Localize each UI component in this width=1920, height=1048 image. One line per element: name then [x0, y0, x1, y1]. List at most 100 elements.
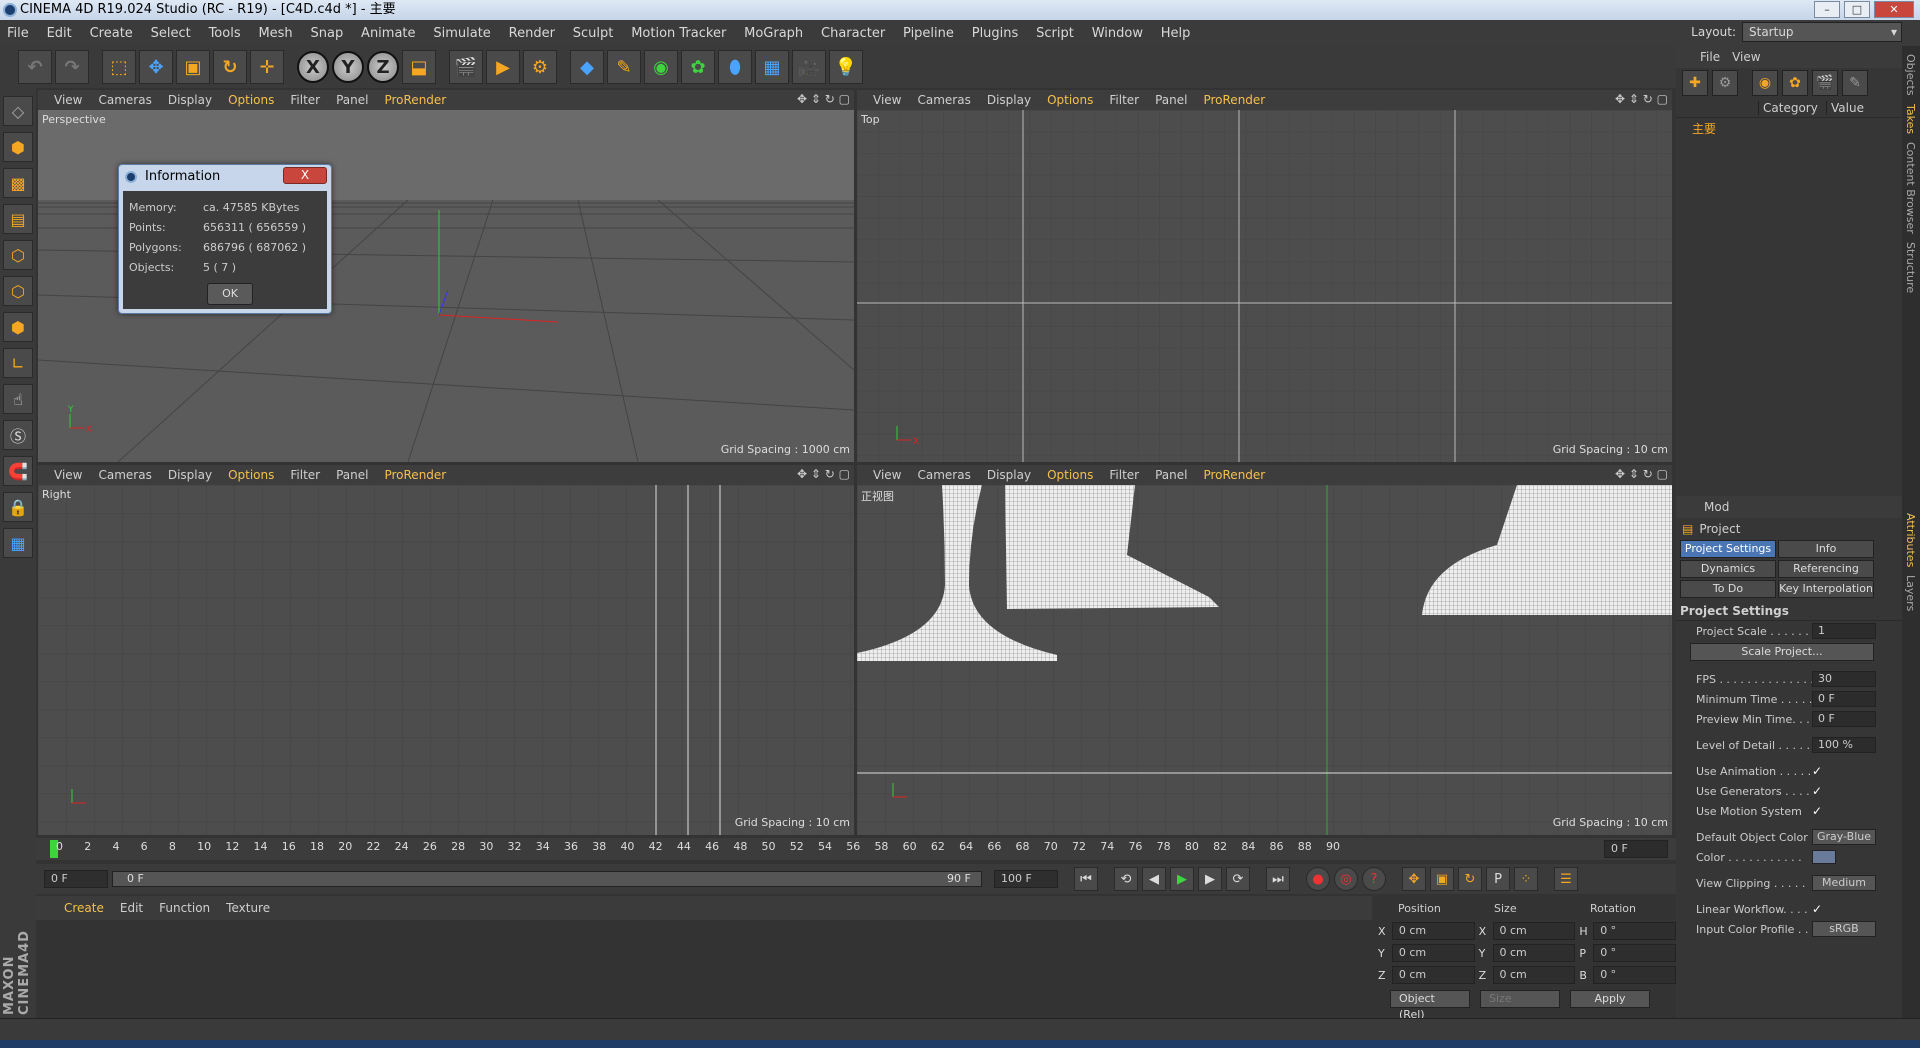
prev-frame-icon[interactable]: ◀	[1142, 867, 1166, 891]
side-tab-objects[interactable]: Objects	[1904, 54, 1917, 96]
vp-menu-display[interactable]: Display	[979, 93, 1039, 107]
next-key-icon[interactable]: ⟳	[1226, 867, 1250, 891]
camera-icon[interactable]: 🎥	[792, 50, 826, 84]
render-picture-viewer-icon[interactable]: ▶	[486, 50, 520, 84]
scale-project-button[interactable]: Scale Project...	[1690, 643, 1874, 661]
viewport-nav-icons[interactable]: ✥ ⇕ ↻ ▢	[1615, 92, 1668, 106]
vp-menu-prorender[interactable]: ProRender	[1195, 93, 1273, 107]
viewport-right[interactable]: View Cameras Display Options Filter Pane…	[38, 465, 854, 835]
tweak-mode-icon[interactable]: ☝	[3, 384, 33, 414]
side-tab-content-browser[interactable]: Content Browser	[1904, 142, 1917, 234]
override-group-icon[interactable]: ✿	[1782, 70, 1808, 96]
preview-range-slider[interactable]: 0 F 90 F	[112, 871, 982, 887]
auto-take-icon[interactable]: ⚙	[1712, 70, 1738, 96]
axis-mode-icon[interactable]: ∟	[3, 348, 33, 378]
workplane-icon[interactable]: ▤	[3, 204, 33, 234]
rotation-b-field[interactable]: 0 °	[1593, 966, 1677, 984]
take-render-icon[interactable]: 🎬	[1812, 70, 1838, 96]
go-to-start-icon[interactable]: ⏮	[1074, 867, 1098, 891]
redo-icon[interactable]: ↷	[55, 50, 89, 84]
viewport-nav-icons[interactable]: ✥ ⇕ ↻ ▢	[1615, 467, 1668, 481]
vp-menu-options[interactable]: Options	[220, 468, 282, 482]
light-icon[interactable]: 💡	[829, 50, 863, 84]
tab-referencing[interactable]: Referencing	[1778, 560, 1874, 578]
vp-menu-options[interactable]: Options	[220, 93, 282, 107]
obj-menu-file[interactable]: File	[1700, 50, 1720, 64]
move-tool-icon[interactable]: ✥	[139, 50, 173, 84]
vp-menu-options[interactable]: Options	[1039, 93, 1101, 107]
new-take-icon[interactable]: ✚	[1682, 70, 1708, 96]
vp-menu-display[interactable]: Display	[979, 468, 1039, 482]
tab-key-interpolation[interactable]: Key Interpolation	[1778, 580, 1874, 598]
mat-menu-edit[interactable]: Edit	[112, 901, 151, 915]
side-tab-structure[interactable]: Structure	[1904, 242, 1917, 293]
current-frame-field[interactable]: 0 F	[1604, 840, 1668, 858]
menu-mograph[interactable]: MoGraph	[737, 21, 810, 47]
vp-menu-view[interactable]: View	[865, 93, 909, 107]
mat-menu-texture[interactable]: Texture	[218, 901, 278, 915]
coord-mode-dropdown[interactable]: Object (Rel)	[1390, 990, 1470, 1021]
dialog-ok-button[interactable]: OK	[207, 283, 253, 305]
snap-icon[interactable]: 🧲	[3, 456, 33, 486]
vp-menu-prorender[interactable]: ProRender	[1195, 468, 1273, 482]
vp-menu-view[interactable]: View	[46, 93, 90, 107]
coordinate-system-icon[interactable]: ⬓	[402, 50, 436, 84]
viewport-nav-icons[interactable]: ✥ ⇕ ↻ ▢	[797, 92, 850, 106]
mat-menu-create[interactable]: Create	[56, 901, 112, 915]
menu-tools[interactable]: Tools	[202, 21, 248, 47]
view-clipping-dropdown[interactable]: Medium	[1812, 875, 1876, 891]
linear-workflow-checkbox[interactable]: ✓	[1812, 902, 1828, 916]
side-tab-layers[interactable]: Layers	[1904, 575, 1917, 611]
texture-mode-icon[interactable]: ▩	[3, 168, 33, 198]
next-frame-icon[interactable]: ▶	[1198, 867, 1222, 891]
menu-character[interactable]: Character	[814, 21, 892, 47]
use-generators-checkbox[interactable]: ✓	[1812, 784, 1828, 798]
tab-info[interactable]: Info	[1778, 540, 1874, 558]
subdivision-surface-icon[interactable]: ◉	[644, 50, 678, 84]
timeline-window-icon[interactable]: ☰	[1554, 867, 1578, 891]
z-axis-lock-icon[interactable]: Z	[367, 51, 399, 83]
menu-window[interactable]: Window	[1085, 21, 1150, 47]
vp-menu-display[interactable]: Display	[160, 93, 220, 107]
minimize-button[interactable]: –	[1814, 1, 1840, 18]
vp-menu-cameras[interactable]: Cameras	[909, 468, 978, 482]
x-axis-lock-icon[interactable]: X	[297, 51, 329, 83]
column-category[interactable]: Category	[1758, 100, 1826, 115]
tab-dynamics[interactable]: Dynamics	[1680, 560, 1776, 578]
vp-menu-panel[interactable]: Panel	[328, 468, 376, 482]
vp-menu-prorender[interactable]: ProRender	[376, 93, 454, 107]
solo-icon[interactable]: Ⓢ	[3, 420, 33, 450]
autokey-icon[interactable]: ◎	[1334, 867, 1358, 891]
menu-select[interactable]: Select	[144, 21, 198, 47]
y-axis-lock-icon[interactable]: Y	[332, 51, 364, 83]
point-level-icon[interactable]: ⁘	[1514, 867, 1538, 891]
menu-script[interactable]: Script	[1029, 21, 1081, 47]
vp-menu-cameras[interactable]: Cameras	[90, 468, 159, 482]
side-tab-takes[interactable]: Takes	[1904, 104, 1917, 134]
override-icon[interactable]: ◉	[1752, 70, 1778, 96]
tab-project-settings[interactable]: Project Settings	[1680, 540, 1776, 558]
color-swatch[interactable]	[1812, 850, 1836, 864]
input-color-profile-dropdown[interactable]: sRGB	[1812, 921, 1876, 937]
menu-motion-tracker[interactable]: Motion Tracker	[624, 21, 733, 47]
planar-workplane-icon[interactable]: ▦	[3, 528, 33, 558]
cube-object-icon[interactable]: ◆	[570, 50, 604, 84]
menu-plugins[interactable]: Plugins	[965, 21, 1026, 47]
make-editable-icon[interactable]: ◇	[3, 96, 33, 126]
end-frame-field[interactable]: 100 F	[994, 870, 1058, 888]
pen-spline-icon[interactable]: ✎	[607, 50, 641, 84]
vp-menu-cameras[interactable]: Cameras	[90, 93, 159, 107]
attr-mode-menu[interactable]: Mod	[1704, 500, 1729, 514]
menu-snap[interactable]: Snap	[304, 21, 351, 47]
floor-icon[interactable]: ▦	[755, 50, 789, 84]
menu-sculpt[interactable]: Sculpt	[566, 21, 621, 47]
position-x-field[interactable]: 0 cm	[1391, 922, 1475, 940]
start-frame-field[interactable]: 0 F	[44, 870, 108, 888]
position-z-field[interactable]: 0 cm	[1391, 966, 1475, 984]
vp-menu-panel[interactable]: Panel	[1147, 468, 1195, 482]
cloner-icon[interactable]: ✿	[681, 50, 715, 84]
undo-icon[interactable]: ↶	[18, 50, 52, 84]
position-y-field[interactable]: 0 cm	[1391, 944, 1475, 962]
vp-menu-panel[interactable]: Panel	[328, 93, 376, 107]
use-animation-checkbox[interactable]: ✓	[1812, 764, 1828, 778]
